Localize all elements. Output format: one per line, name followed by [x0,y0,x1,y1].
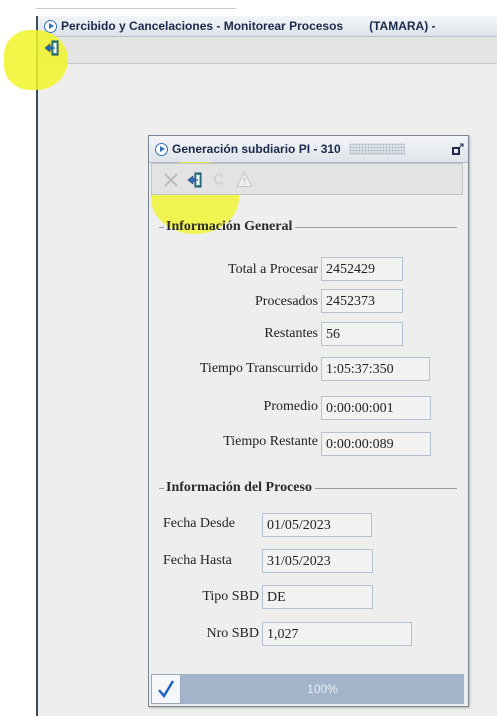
top-divider [36,8,236,9]
section-general-heading: Información General [166,219,293,234]
maximize-icon[interactable] [452,142,464,155]
dialog-titlebar[interactable]: Generación subdiario PI - 310 [149,136,468,163]
highlight-mark [4,30,68,90]
dialog-title: Generación subdiario PI - 310 [172,142,341,156]
label-total: Total a Procesar [228,262,318,277]
progress-bar: 100% [181,674,464,704]
checkmark-icon [158,680,175,699]
exit-door-icon[interactable] [44,40,60,56]
dialog-toolbar [151,163,463,195]
field-total: 2452429 [321,257,403,281]
monitor-window-title: Percibido y Cancelaciones - Monitorear P… [61,19,344,33]
label-procesados: Procesados [255,294,318,309]
section-general: Información General [159,219,457,235]
monitor-window-titlebar[interactable]: Percibido y Cancelaciones - Monitorear P… [38,16,497,37]
field-procesados: 2452373 [321,289,403,313]
field-promedio: 0:00:00:001 [321,396,431,420]
field-nro-sbd: 1,027 [262,622,412,646]
monitor-window-user: (TAMARA) - [369,19,436,33]
label-tiempo-transcurrido: Tiempo Transcurrido [199,361,318,376]
refresh-icon[interactable] [210,171,227,188]
field-fecha-hasta: 31/05/2023 [262,549,373,573]
app-logo-icon [155,142,168,156]
close-x-icon[interactable] [162,171,179,188]
label-tipo-sbd: Tipo SBD [202,589,259,604]
field-tiempo-transcurrido: 1:05:37:350 [321,357,430,381]
label-fecha-desde: Fecha Desde [163,516,235,531]
field-tiempo-restante: 0:00:00:089 [321,432,431,456]
label-tiempo-restante: Tiempo Restante [223,434,318,449]
warning-icon[interactable] [236,171,253,188]
label-nro-sbd: Nro SBD [206,626,259,641]
progress-label: 100% [307,682,338,696]
section-process: Información del Proceso [159,480,457,496]
confirm-check-button[interactable] [151,674,181,704]
generation-dialog: Generación subdiario PI - 310 Informació… [148,135,469,707]
label-fecha-hasta: Fecha Hasta [163,553,232,568]
exit-door-icon[interactable] [186,171,203,188]
field-restantes: 56 [321,322,403,346]
status-bar: 100% [151,674,464,704]
monitor-toolbar [38,37,497,64]
label-promedio: Promedio [263,399,318,414]
titlebar-grip [348,143,405,155]
section-process-heading: Información del Proceso [166,480,312,495]
field-tipo-sbd: DE [262,585,373,609]
field-fecha-desde: 01/05/2023 [262,513,372,537]
label-restantes: Restantes [264,326,318,341]
